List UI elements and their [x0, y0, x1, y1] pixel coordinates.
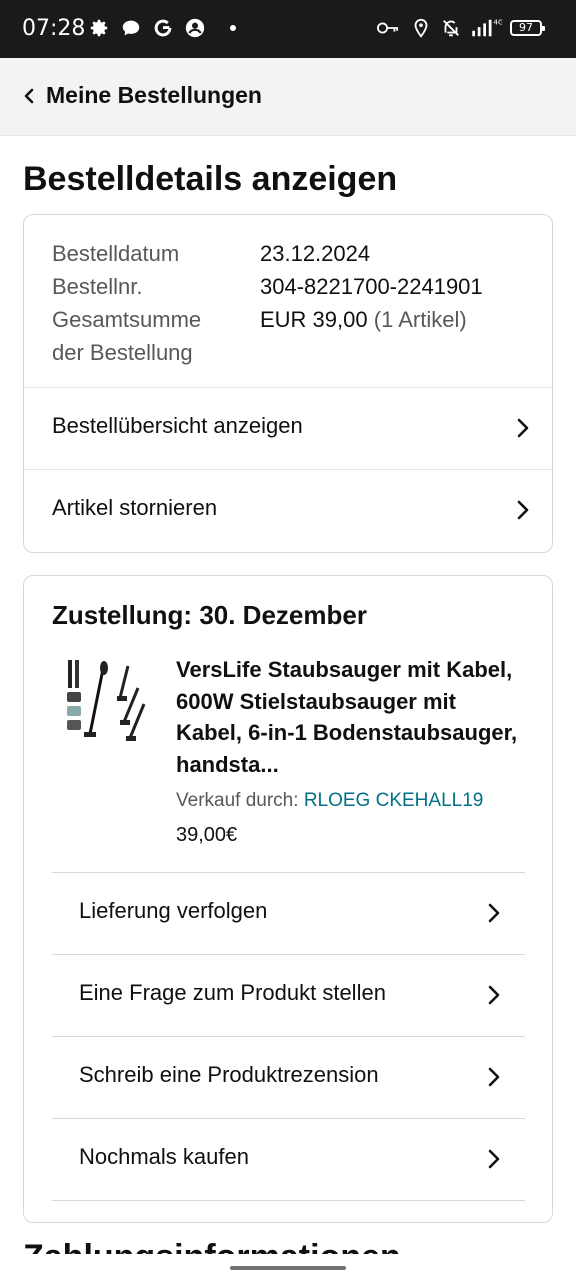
order-date-value: 23.12.2024 — [260, 241, 371, 266]
home-indicator[interactable] — [230, 1266, 346, 1270]
back-link-my-orders[interactable]: Meine Bestellungen — [46, 82, 262, 109]
shipment-card: Zustellung: 30. Dezember VersLife Staubs… — [23, 575, 553, 1223]
order-total-label: Gesamtsumme der Bestellung — [52, 303, 260, 369]
payment-info-heading: Zahlungsinformationen — [23, 1240, 401, 1254]
ask-product-question-label: Eine Frage zum Produkt stellen — [79, 980, 386, 1005]
chat-bubble-icon — [122, 20, 140, 36]
gear-icon — [90, 19, 108, 37]
chevron-right-icon — [488, 1067, 500, 1087]
list-divider — [52, 1200, 525, 1201]
key-icon — [377, 22, 399, 34]
chevron-right-icon — [488, 1149, 500, 1169]
view-order-summary-label: Bestellübersicht anzeigen — [52, 413, 303, 438]
order-number-label: Bestellnr. — [52, 274, 143, 299]
network-type: 4G — [493, 17, 502, 26]
cancel-items-label: Artikel stornieren — [52, 495, 218, 520]
status-time: 07:28 — [22, 16, 86, 41]
account-icon — [185, 18, 205, 38]
order-total-value: EUR 39,00 (1 Artikel) — [260, 303, 467, 369]
seller-link[interactable]: RLOEG CKEHALL19 — [304, 790, 484, 811]
view-order-summary-row[interactable]: Bestellübersicht anzeigen — [24, 387, 552, 469]
back-chevron-icon[interactable] — [22, 86, 36, 106]
order-total-amount: EUR 39,00 — [260, 307, 368, 332]
order-total-row: Gesamtsumme der Bestellung EUR 39,00 (1 A… — [52, 303, 532, 369]
page-title: Bestelldetails anzeigen — [23, 160, 398, 198]
product-image[interactable] — [64, 658, 154, 744]
chevron-right-icon — [517, 500, 529, 520]
order-meta: Bestelldatum 23.12.2024 Bestellnr. 304-8… — [52, 237, 532, 369]
order-summary-card: Bestelldatum 23.12.2024 Bestellnr. 304-8… — [23, 214, 553, 553]
write-review-row[interactable]: Schreib eine Produktrezension — [52, 1036, 525, 1118]
buy-again-label: Nochmals kaufen — [79, 1144, 249, 1169]
location-icon — [414, 18, 428, 38]
order-date-label: Bestelldatum — [52, 241, 180, 266]
ask-product-question-row[interactable]: Eine Frage zum Produkt stellen — [52, 954, 525, 1036]
seller-info: Verkauf durch: RLOEG CKEHALL19 — [176, 790, 483, 812]
seller-prefix: Verkauf durch: — [176, 790, 299, 811]
order-item-count: (1 Artikel) — [373, 307, 467, 332]
order-total-label-line2: der Bestellung — [52, 340, 193, 365]
status-right-icons: 4G 97 — [374, 17, 545, 39]
delivery-date-heading: Zustellung: 30. Dezember — [52, 600, 367, 630]
order-total-label-line1: Gesamtsumme — [52, 307, 202, 332]
chevron-right-icon — [488, 903, 500, 923]
navigation-bar: Meine Bestellungen — [0, 58, 576, 136]
track-delivery-label: Lieferung verfolgen — [79, 898, 268, 923]
product-title-link[interactable]: VersLife Staubsauger mit Kabel, 600W Sti… — [176, 654, 526, 780]
order-number-value: 304-8221700-2241901 — [260, 274, 483, 299]
chevron-right-icon — [488, 985, 500, 1005]
item-price: 39,00€ — [176, 824, 238, 846]
order-date-row: Bestelldatum 23.12.2024 — [52, 237, 532, 270]
notification-dot — [230, 25, 236, 31]
cancel-items-row[interactable]: Artikel stornieren — [24, 469, 552, 551]
order-number-row: Bestellnr. 304-8221700-2241901 — [52, 270, 532, 303]
buy-again-row[interactable]: Nochmals kaufen — [52, 1118, 525, 1200]
write-review-label: Schreib eine Produktrezension — [79, 1062, 379, 1087]
status-bar: 07:28 4G 97 — [0, 0, 576, 58]
chevron-right-icon — [517, 418, 529, 438]
google-icon — [154, 19, 172, 37]
signal-icon: 4G — [472, 17, 502, 37]
bell-off-icon — [443, 20, 459, 37]
track-delivery-row[interactable]: Lieferung verfolgen — [52, 872, 525, 954]
status-left-icons — [88, 17, 236, 39]
battery-icon: 97 — [510, 20, 545, 36]
